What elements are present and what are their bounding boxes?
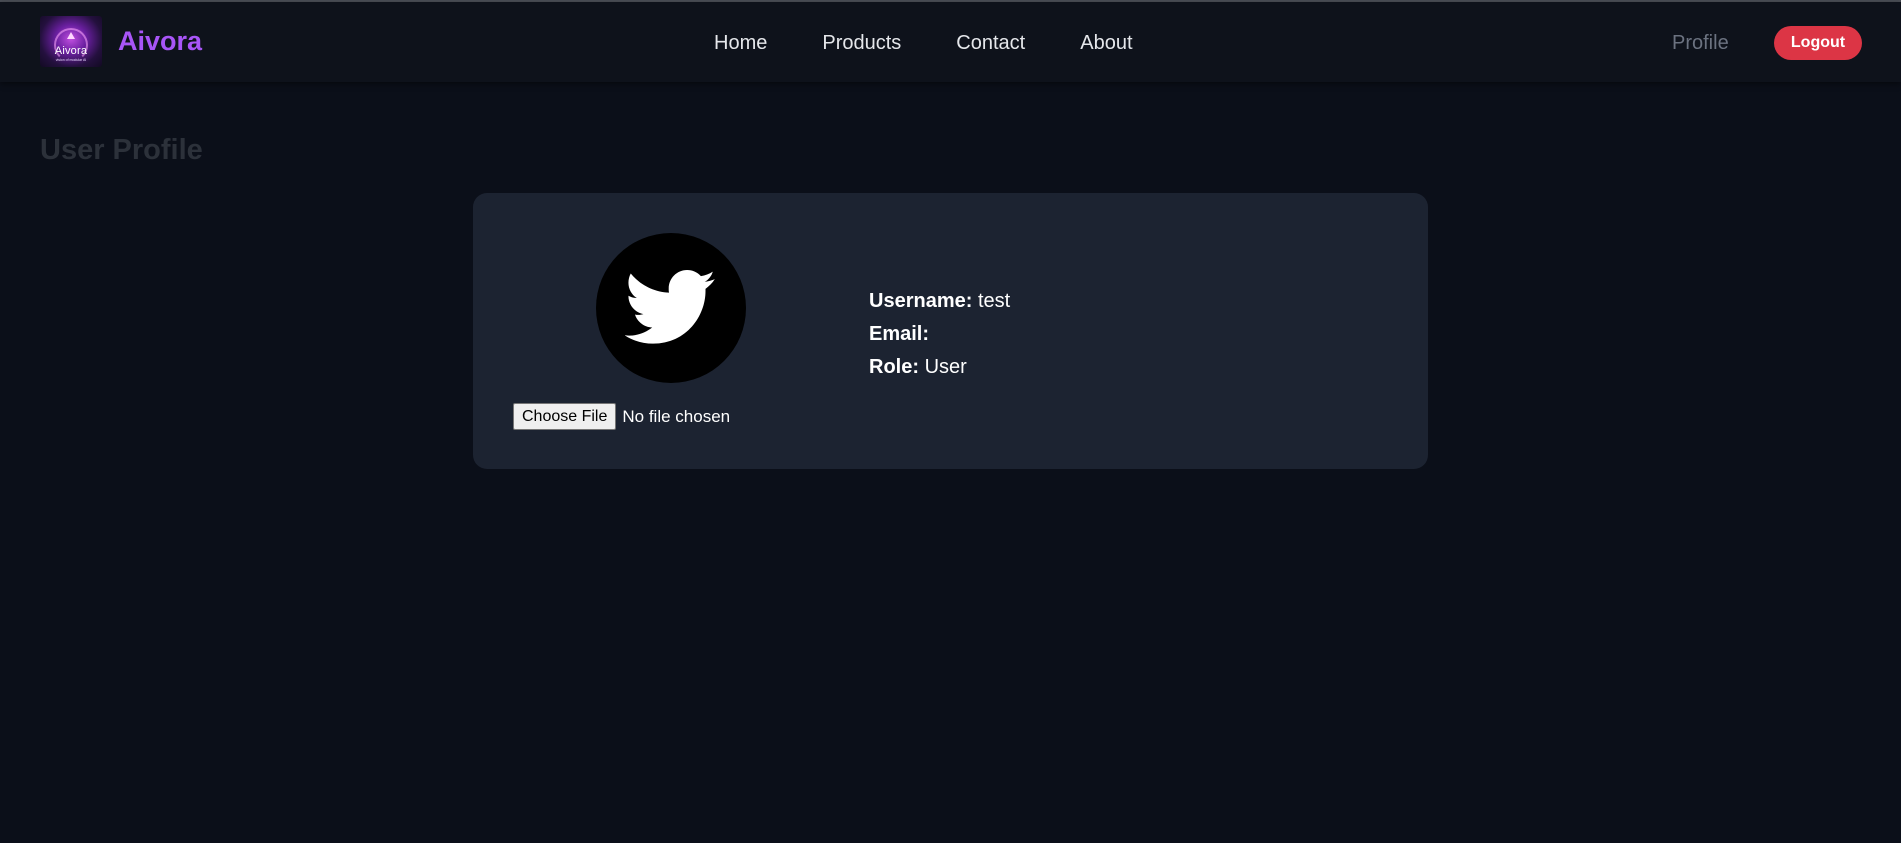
file-status-text: No file chosen bbox=[622, 406, 731, 426]
profile-info: Username: test Email: Role: User bbox=[869, 285, 1010, 384]
username-label: Username: bbox=[869, 290, 973, 312]
aivora-logo[interactable]: Aivora vision of modular AI bbox=[40, 16, 102, 67]
twitter-bird-icon bbox=[625, 270, 716, 344]
email-row: Email: bbox=[869, 318, 1010, 351]
role-label: Role: bbox=[869, 356, 919, 378]
logo-text: Aivora bbox=[54, 45, 88, 57]
profile-card: Choose File No file chosen Username: tes… bbox=[473, 193, 1428, 469]
navbar: Aivora vision of modular AI Aivora Home … bbox=[0, 2, 1901, 82]
nav-link-home[interactable]: Home bbox=[714, 32, 767, 55]
logo-subtext: vision of modular AI bbox=[55, 58, 87, 62]
logout-button[interactable]: Logout bbox=[1774, 26, 1862, 60]
avatar-upload: Choose File No file chosen bbox=[513, 403, 730, 430]
nav-link-about[interactable]: About bbox=[1080, 32, 1132, 55]
logo-triangle-icon bbox=[67, 32, 75, 39]
role-value: User bbox=[924, 356, 967, 378]
nav-link-profile[interactable]: Profile bbox=[1672, 32, 1729, 55]
brand-name[interactable]: Aivora bbox=[118, 26, 202, 57]
choose-file-button[interactable]: Choose File bbox=[513, 403, 617, 430]
profile-avatar bbox=[596, 233, 746, 383]
main-nav: Home Products Contact About bbox=[714, 32, 1188, 55]
email-label: Email: bbox=[869, 323, 930, 345]
username-value: test bbox=[977, 290, 1011, 312]
nav-link-contact[interactable]: Contact bbox=[956, 32, 1025, 55]
role-row: Role: User bbox=[869, 351, 1010, 384]
nav-link-products[interactable]: Products bbox=[822, 32, 901, 55]
username-row: Username: test bbox=[869, 285, 1010, 318]
page-title: User Profile bbox=[40, 134, 203, 166]
brand[interactable]: Aivora vision of modular AI Aivora bbox=[40, 16, 202, 67]
